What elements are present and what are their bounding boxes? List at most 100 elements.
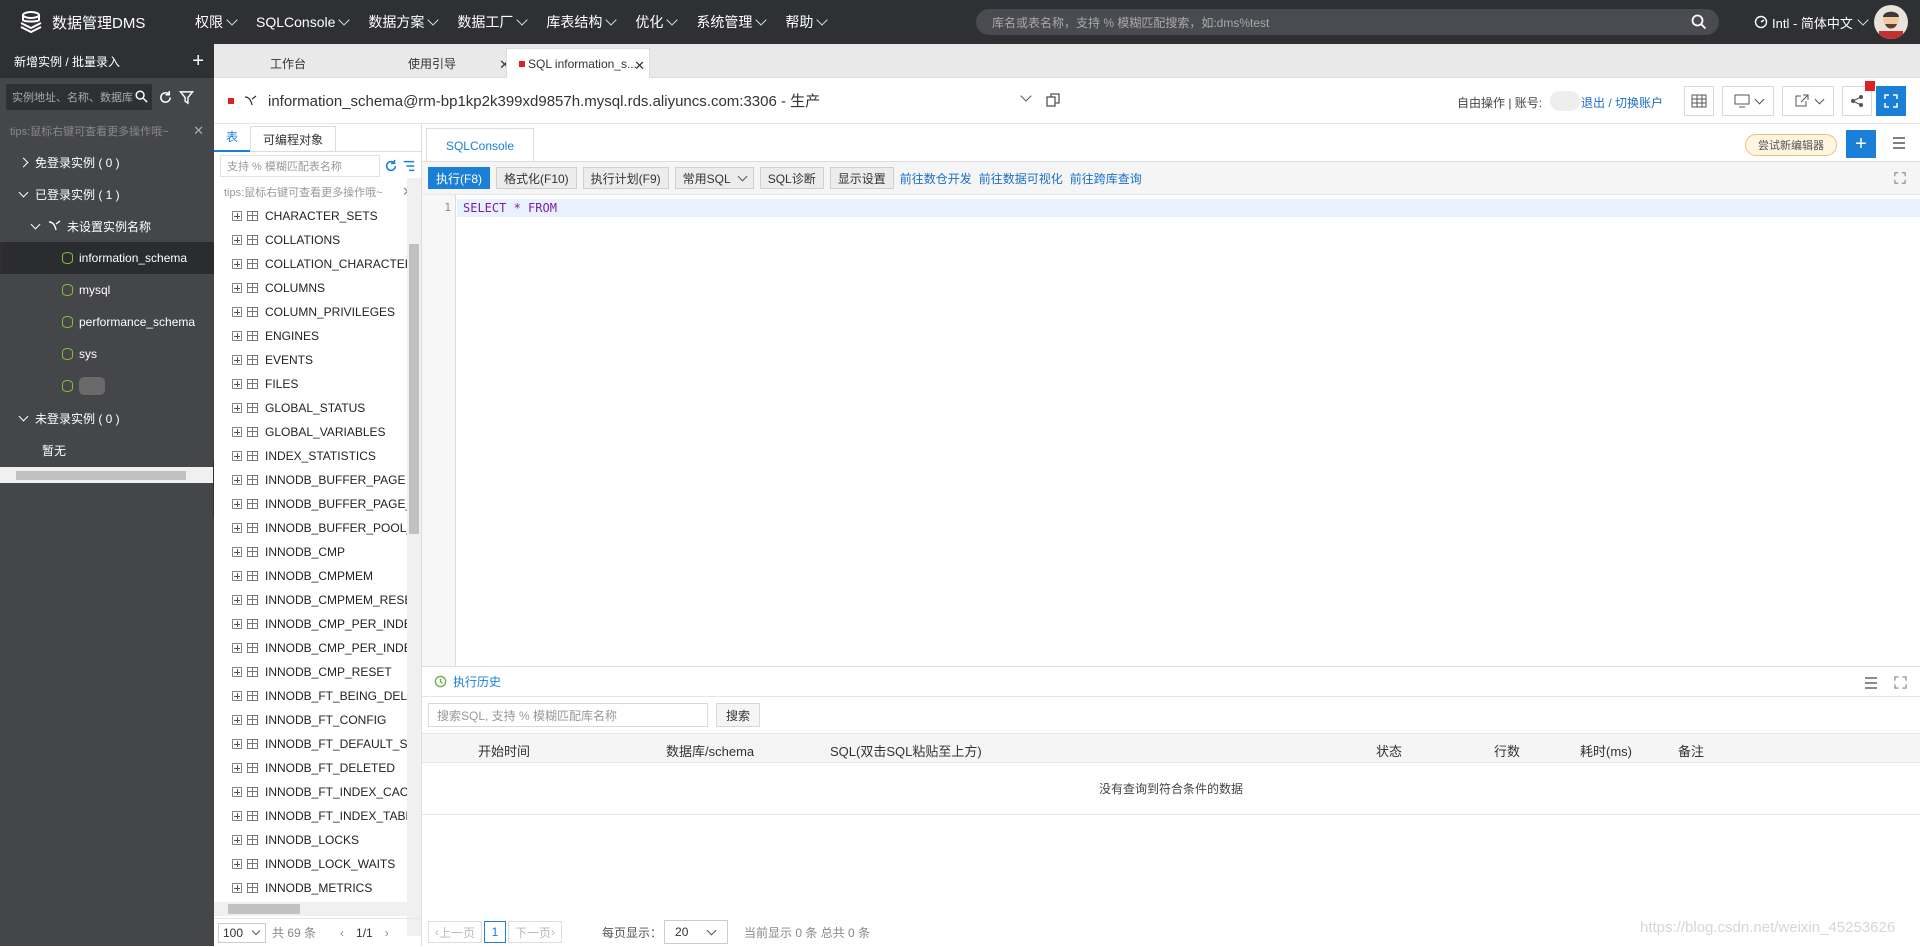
db-sys[interactable]: sys bbox=[0, 338, 214, 370]
table-row[interactable]: COLUMNS bbox=[214, 276, 408, 300]
table-row[interactable]: INNODB_BUFFER_PAGE_LRU bbox=[214, 492, 408, 516]
table-row[interactable]: INNODB_FT_DELETED bbox=[214, 756, 408, 780]
search-icon[interactable] bbox=[135, 90, 148, 103]
table-row[interactable]: INNODB_CMPMEM_RESET bbox=[214, 588, 408, 612]
menu-data-factory[interactable]: 数据工厂 bbox=[447, 12, 536, 32]
table-row[interactable]: INNODB_BUFFER_PAGE bbox=[214, 468, 408, 492]
table-view-button[interactable] bbox=[1684, 86, 1714, 116]
prev-page-icon[interactable]: ‹ bbox=[340, 926, 344, 940]
expand-icon[interactable] bbox=[232, 715, 242, 725]
expand-icon[interactable] bbox=[1894, 676, 1907, 689]
table-row[interactable]: INNODB_CMP_PER_INDEX_RESET bbox=[214, 636, 408, 660]
db-mysql[interactable]: mysql bbox=[0, 274, 214, 306]
expand-icon[interactable] bbox=[232, 307, 242, 317]
expand-icon[interactable] bbox=[232, 403, 242, 413]
menu-system[interactable]: 系统管理 bbox=[686, 12, 775, 32]
expand-icon[interactable] bbox=[232, 283, 242, 293]
execute-button[interactable]: 执行(F8) bbox=[428, 167, 490, 189]
table-row[interactable]: INNODB_FT_DEFAULT_STOPWORD bbox=[214, 732, 408, 756]
sql-diagnose-button[interactable]: SQL诊断 bbox=[759, 167, 824, 189]
code-line[interactable]: SELECT * FROM bbox=[457, 199, 1920, 217]
instance-search-input[interactable]: 实例地址、名称、数据库 bbox=[6, 84, 152, 110]
filter-icon[interactable] bbox=[179, 90, 195, 105]
menu-schema[interactable]: 库表结构 bbox=[536, 12, 625, 32]
link-cross-db[interactable]: 前往跨库查询 bbox=[1070, 170, 1142, 187]
page-1-button[interactable]: 1 bbox=[484, 921, 507, 943]
link-data-viz[interactable]: 前往数据可视化 bbox=[979, 170, 1063, 187]
table-row[interactable]: INNODB_FT_INDEX_CACHE bbox=[214, 780, 408, 804]
tab-programmable[interactable]: 可编程对象 bbox=[250, 125, 337, 152]
expand-icon[interactable] bbox=[232, 595, 242, 605]
try-new-editor-button[interactable]: 尝试新编辑器 bbox=[1745, 134, 1837, 156]
expand-icon[interactable] bbox=[232, 331, 242, 341]
sql-editor[interactable]: 1 SELECT * FROM bbox=[422, 194, 1920, 667]
expand-icon[interactable] bbox=[232, 475, 242, 485]
table-row[interactable]: CHARACTER_SETS bbox=[214, 204, 408, 228]
expand-icon[interactable] bbox=[232, 571, 242, 581]
copy-icon[interactable] bbox=[1046, 93, 1060, 107]
table-row[interactable]: COLUMN_PRIVILEGES bbox=[214, 300, 408, 324]
list-filter-icon[interactable] bbox=[402, 159, 416, 173]
expand-icon[interactable] bbox=[232, 739, 242, 749]
group-not-logged-in[interactable]: 未登录实例 ( 0 ) bbox=[0, 402, 214, 434]
history-title[interactable]: 执行历史 bbox=[453, 673, 501, 690]
table-row[interactable]: FILES bbox=[214, 372, 408, 396]
sqlconsole-tab[interactable]: SQLConsole bbox=[426, 128, 534, 162]
db-information-schema[interactable]: information_schema bbox=[0, 242, 214, 274]
table-row[interactable]: INNODB_CMPMEM bbox=[214, 564, 408, 588]
refresh-icon[interactable] bbox=[158, 90, 173, 105]
prev-page-button[interactable]: ‹ 上一页 bbox=[428, 921, 483, 943]
group-logged-in[interactable]: 已登录实例 ( 1 ) bbox=[0, 178, 214, 210]
expand-icon[interactable] bbox=[232, 523, 242, 533]
refresh-icon[interactable] bbox=[384, 159, 398, 173]
history-search-input[interactable]: 搜索SQL, 支持 % 模糊匹配库名称 bbox=[428, 703, 708, 727]
menu-optimize[interactable]: 优化 bbox=[625, 12, 686, 32]
expand-icon[interactable] bbox=[232, 667, 242, 677]
expand-icon[interactable] bbox=[232, 355, 242, 365]
expand-icon[interactable] bbox=[232, 811, 242, 821]
page-size-select[interactable]: 100 bbox=[218, 922, 266, 943]
table-row[interactable]: INNODB_LOCK_WAITS bbox=[214, 852, 408, 876]
expand-icon[interactable] bbox=[232, 547, 242, 557]
format-button[interactable]: 格式化(F10) bbox=[496, 167, 577, 189]
table-list-vscroll[interactable] bbox=[407, 178, 421, 936]
table-row[interactable]: GLOBAL_STATUS bbox=[214, 396, 408, 420]
history-search-button[interactable]: 搜索 bbox=[716, 703, 761, 727]
export-button[interactable] bbox=[1782, 86, 1834, 116]
expand-icon[interactable] bbox=[232, 619, 242, 629]
logout-link[interactable]: 退出 / 切换账户 bbox=[1581, 94, 1663, 111]
expand-icon[interactable] bbox=[232, 451, 242, 461]
table-row[interactable]: INNODB_FT_BEING_DELETED bbox=[214, 684, 408, 708]
tab-guide[interactable]: 使用引导 ✕ bbox=[362, 48, 510, 78]
expand-icon[interactable] bbox=[232, 427, 242, 437]
expand-icon[interactable] bbox=[232, 691, 242, 701]
table-row[interactable]: ENGINES bbox=[214, 324, 408, 348]
display-settings-button[interactable]: 显示设置 bbox=[829, 167, 894, 189]
menu-permission[interactable]: 权限 bbox=[185, 12, 246, 32]
table-row[interactable]: COLLATION_CHARACTER_SET_APPLICABILITY bbox=[214, 252, 408, 276]
scroll-thumb[interactable] bbox=[228, 904, 300, 914]
table-row[interactable]: INNODB_CMP bbox=[214, 540, 408, 564]
expand-icon[interactable] bbox=[232, 835, 242, 845]
expand-icon[interactable] bbox=[232, 379, 242, 389]
share-button[interactable] bbox=[1842, 81, 1875, 116]
search-icon[interactable] bbox=[1691, 14, 1707, 30]
expand-icon[interactable] bbox=[232, 883, 242, 893]
expand-icon[interactable] bbox=[232, 259, 242, 269]
add-icon[interactable]: + bbox=[192, 50, 204, 73]
common-sql-dropdown[interactable]: 常用SQL bbox=[674, 167, 754, 189]
expand-icon[interactable] bbox=[232, 763, 242, 773]
table-row[interactable]: INNODB_CMP_RESET bbox=[214, 660, 408, 684]
table-row[interactable]: INDEX_STATISTICS bbox=[214, 444, 408, 468]
user-avatar[interactable] bbox=[1874, 5, 1908, 39]
table-row[interactable]: INNODB_BUFFER_POOL_STATS bbox=[214, 516, 408, 540]
expand-icon[interactable] bbox=[232, 499, 242, 509]
close-icon[interactable]: ✕ bbox=[634, 58, 645, 74]
expand-icon[interactable] bbox=[232, 643, 242, 653]
chevron-down-icon[interactable] bbox=[1020, 90, 1032, 102]
scroll-thumb[interactable] bbox=[409, 244, 419, 534]
menu-icon[interactable] bbox=[1864, 676, 1878, 690]
expand-icon[interactable] bbox=[1894, 172, 1906, 184]
add-instance-link[interactable]: 新增实例 / 批量录入 bbox=[14, 53, 120, 70]
sidebar-hscroll[interactable] bbox=[0, 467, 214, 483]
